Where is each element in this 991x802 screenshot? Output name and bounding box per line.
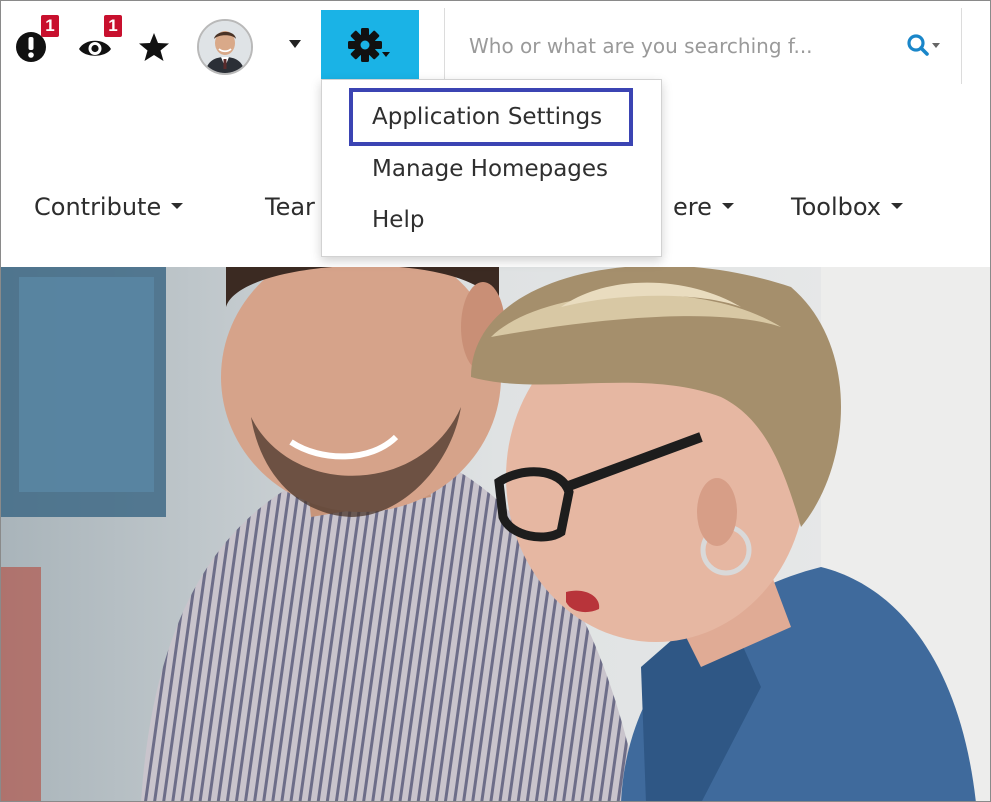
nav-item-label: Contribute (34, 193, 162, 221)
gear-icon (348, 28, 390, 62)
caret-down-icon (721, 203, 734, 209)
search-icon (907, 34, 940, 56)
alerts-count-badge: 1 (41, 15, 59, 37)
nav-item-ere[interactable]: ere (673, 193, 734, 221)
avatar-image (199, 21, 251, 73)
hero-image (1, 267, 990, 801)
nav-item-label: Toolbox (791, 193, 881, 221)
nav-item-contribute[interactable]: Contribute (34, 193, 184, 221)
nav-item-label: Tear (265, 193, 315, 221)
caret-down-icon (289, 40, 301, 48)
top-toolbar: 1 1 (1, 1, 990, 88)
star-icon (139, 33, 169, 61)
watch-count-badge: 1 (104, 15, 122, 37)
nav-item-label: ere (673, 193, 712, 221)
search-box (444, 8, 962, 84)
profile-menu-caret[interactable] (285, 34, 305, 54)
menu-item-manage-homepages[interactable]: Manage Homepages (372, 156, 608, 182)
settings-button[interactable] (321, 10, 419, 79)
hero-photo (1, 267, 990, 801)
caret-down-icon (171, 203, 184, 209)
search-input[interactable] (469, 28, 889, 64)
favorites-button[interactable] (135, 29, 173, 65)
caret-down-icon (891, 203, 903, 209)
app-window: 1 1 Who or what are you searching f... C… (0, 0, 991, 802)
menu-item-help[interactable]: Help (372, 207, 424, 233)
nav-item-team[interactable]: Tear (265, 193, 315, 221)
eye-icon (79, 40, 111, 56)
nav-item-toolbox[interactable]: Toolbox (791, 193, 903, 221)
settings-dropdown: Application Settings Manage Homepages He… (321, 79, 662, 257)
user-avatar[interactable] (197, 19, 253, 75)
menu-item-application-settings[interactable]: Application Settings (372, 104, 602, 130)
search-button[interactable] (905, 32, 949, 60)
